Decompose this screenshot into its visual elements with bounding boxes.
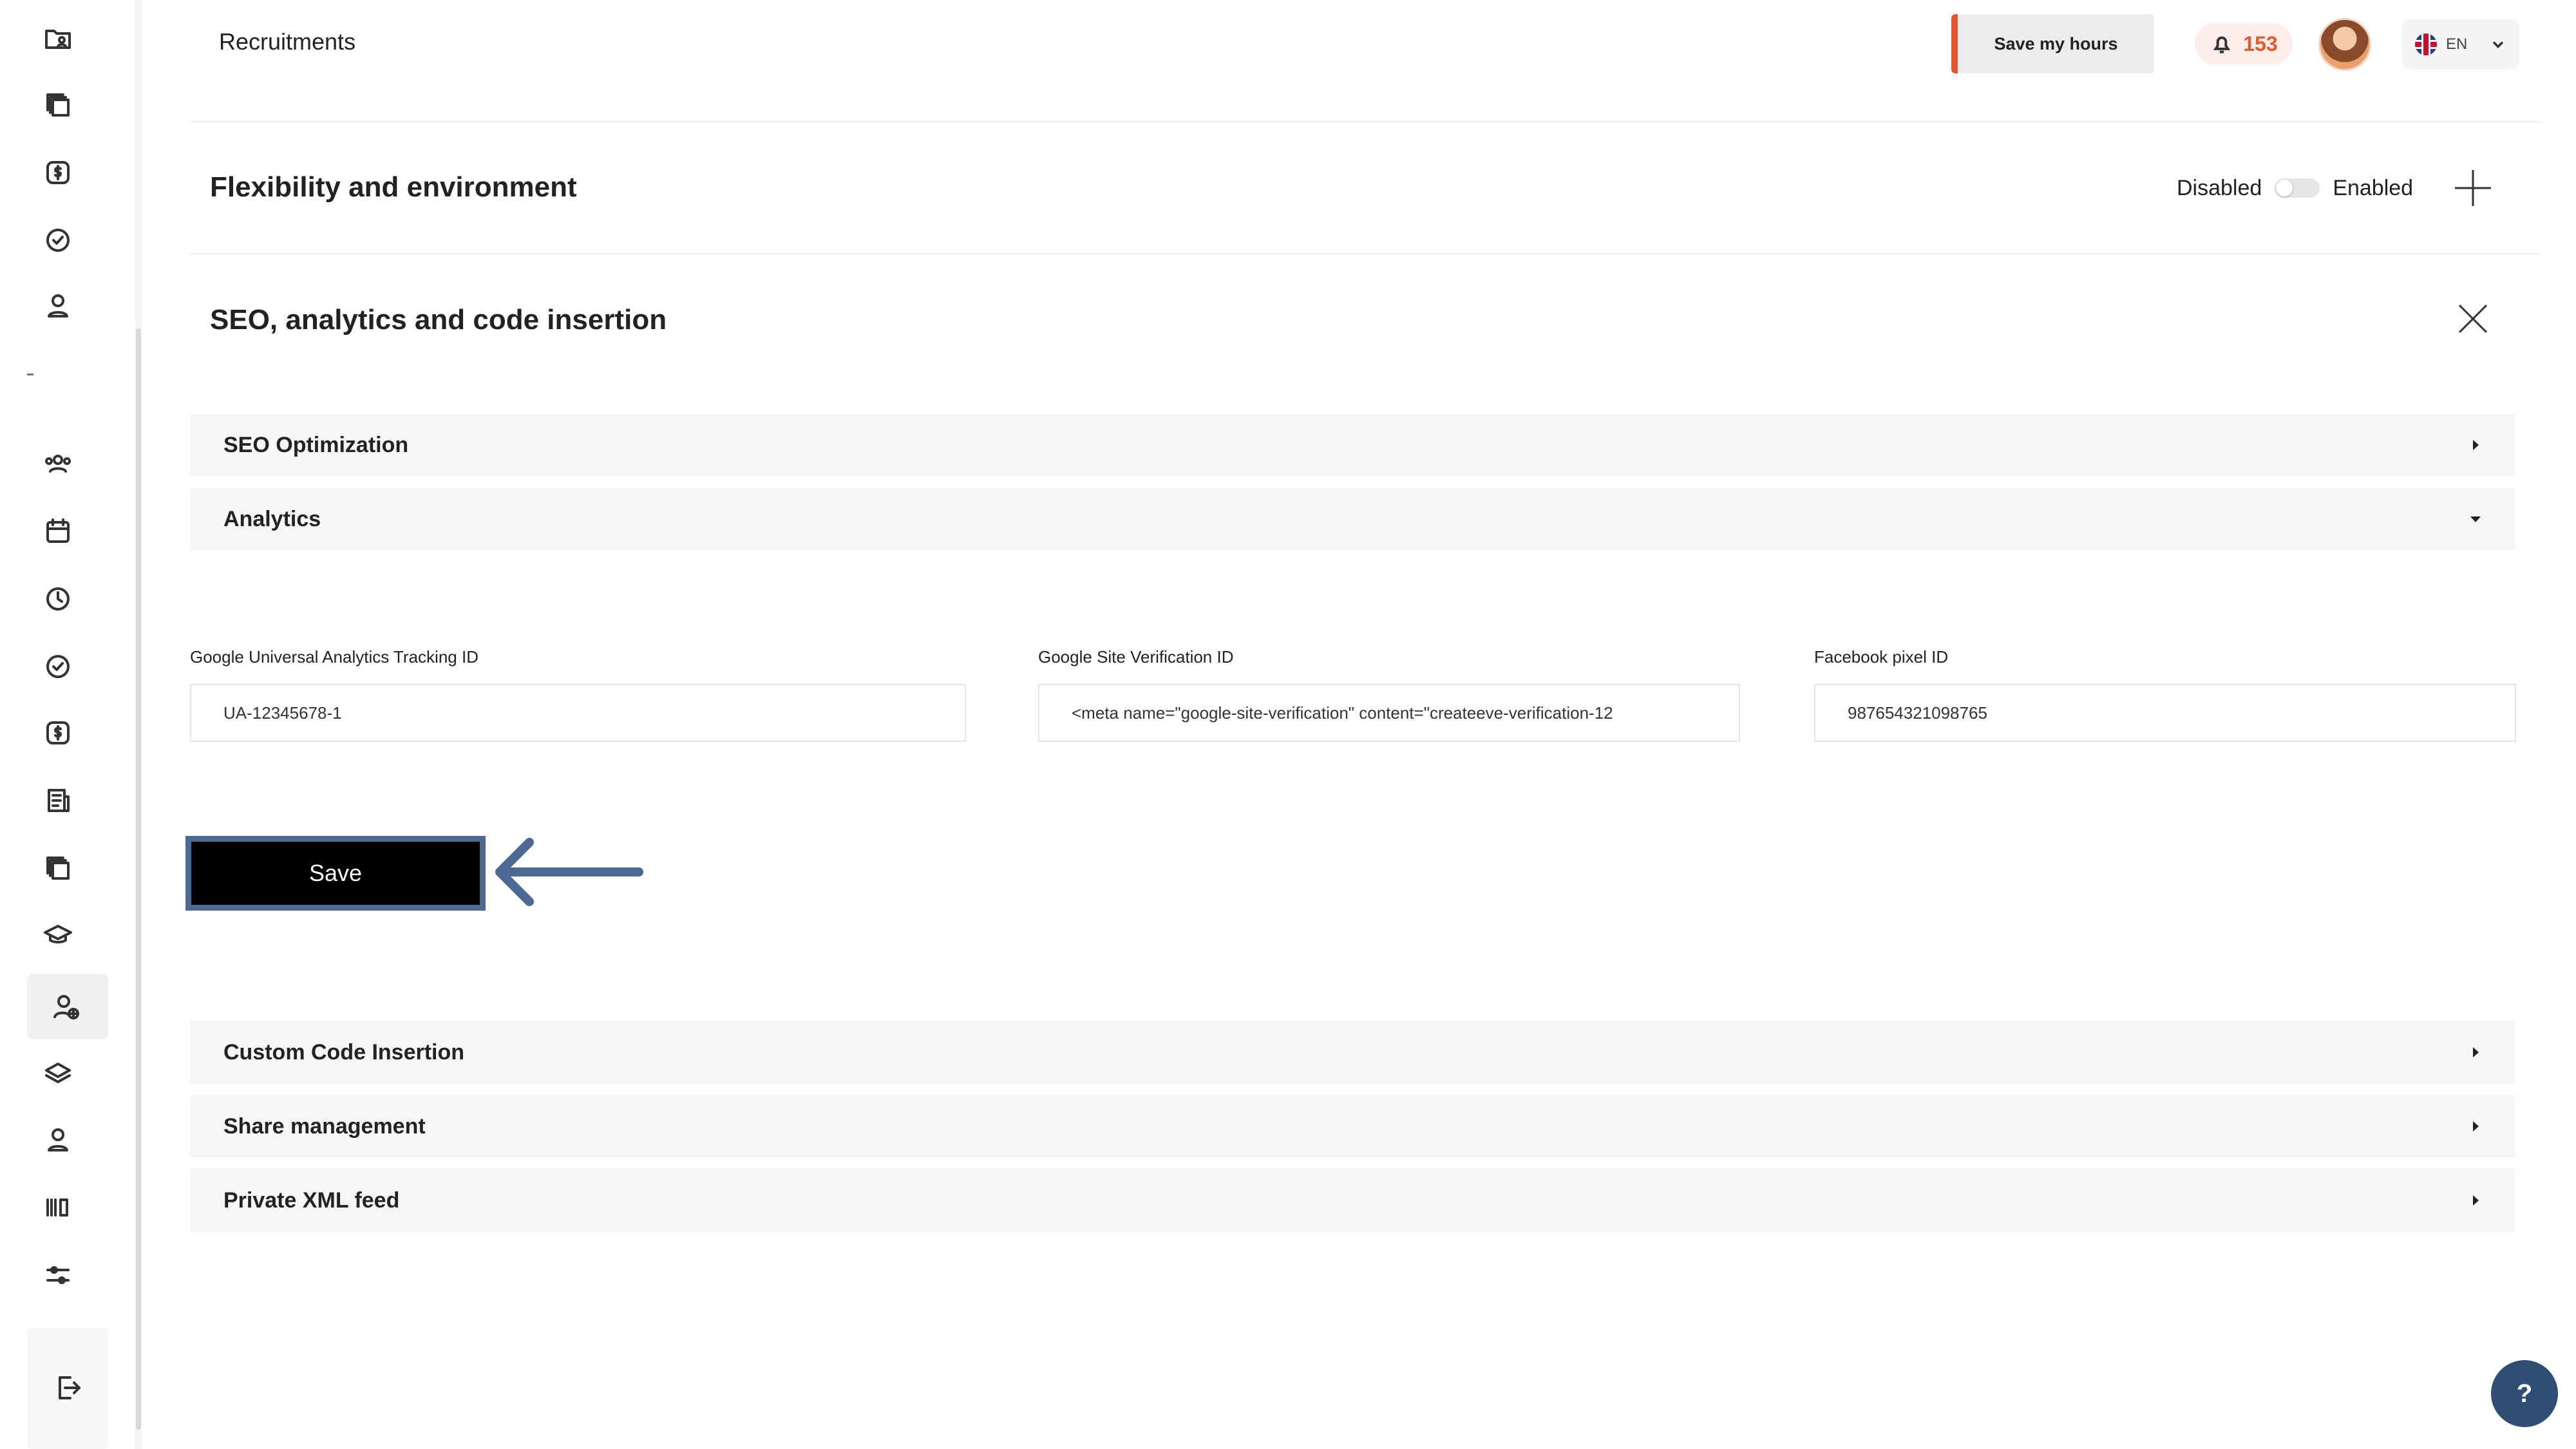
help-button[interactable]: ? [2491,1360,2558,1427]
users-group-icon[interactable] [39,444,77,483]
graduation-cap-icon[interactable] [39,916,77,954]
folder-user-icon[interactable] [39,19,77,58]
facebook-pixel-input[interactable]: 987654321098765 [1814,684,2516,742]
chevron-down-icon [2493,41,2504,48]
sliders-icon[interactable] [39,1256,77,1294]
facebook-pixel-label: Facebook pixel ID [1814,647,1949,667]
ga-tracking-input[interactable]: UA-12345678-1 [190,684,966,742]
accordion-label: Analytics [223,506,321,531]
calendar-icon[interactable] [39,512,77,551]
accordion-label: SEO Optimization [223,432,409,457]
expand-plus-icon[interactable] [2454,169,2492,207]
accordion-custom-code-insertion[interactable]: Custom Code Insertion [190,1021,2515,1084]
main-content: Recruitments Save my hours 153 EN Flexib… [167,0,2576,1449]
language-code: EN [2446,35,2468,53]
sidebar [0,0,135,1449]
accordion-private-xml-feed[interactable]: Private XML feed [190,1169,2515,1232]
caret-right-icon [2473,1047,2479,1057]
payment-icon[interactable] [39,714,77,752]
divider [190,121,2541,122]
uk-flag-icon [2415,33,2437,55]
sidebar-scrollbar[interactable] [135,0,142,1449]
caret-down-icon [2470,516,2481,522]
logout-icon[interactable] [48,1368,87,1407]
arrow-left-icon [495,838,643,906]
section-title-seo: SEO, analytics and code insertion [210,304,667,336]
page-title: Recruitments [219,28,356,55]
accordion-seo-optimization[interactable]: SEO Optimization [190,413,2515,477]
caret-right-icon [2473,440,2479,450]
top-header: Recruitments Save my hours 153 EN [167,0,2576,87]
save-button[interactable]: Save [185,836,486,911]
user-icon[interactable] [39,287,77,325]
documents-icon[interactable] [39,849,77,887]
caret-right-icon [2473,1195,2479,1206]
accordion-label: Private XML feed [223,1188,400,1213]
add-user-icon[interactable] [47,987,86,1026]
accordion-share-management[interactable]: Share management [190,1095,2515,1158]
language-selector[interactable]: EN [2402,19,2519,70]
toggle-enabled-label: Enabled [2333,175,2414,200]
close-icon[interactable] [2457,303,2489,335]
notification-count: 153 [2243,32,2278,55]
site-verification-label: Google Site Verification ID [1038,647,1234,667]
task-check-icon[interactable] [39,647,77,686]
flexibility-toggle-group: Disabled Enabled [2177,173,2413,204]
accordion-label: Share management [223,1113,426,1139]
divider [190,253,2541,254]
notifications-button[interactable]: 153 [2195,23,2293,64]
check-circle-icon[interactable] [39,221,77,260]
ga-tracking-label: Google Universal Analytics Tracking ID [190,647,478,667]
sidebar-divider [27,374,33,375]
save-my-hours-button[interactable]: Save my hours [1951,14,2154,73]
barcode-icon[interactable] [39,1188,77,1227]
toggle-disabled-label: Disabled [2177,175,2262,200]
bell-icon [2213,36,2231,53]
dollar-icon[interactable] [39,153,77,192]
copy-icon[interactable] [39,86,77,124]
clock-icon[interactable] [39,580,77,618]
accordion-label: Custom Code Insertion [223,1039,465,1065]
site-verification-input[interactable]: <meta name="google-site-verification" co… [1038,684,1740,742]
flexibility-toggle[interactable] [2275,178,2320,198]
section-title-flexibility: Flexibility and environment [210,171,577,203]
accordion-analytics[interactable]: Analytics [190,488,2515,551]
document-list-icon[interactable] [39,781,77,820]
profile-icon[interactable] [39,1121,77,1159]
user-avatar[interactable] [2318,18,2371,71]
caret-right-icon [2473,1121,2479,1132]
layers-icon[interactable] [39,1055,77,1094]
